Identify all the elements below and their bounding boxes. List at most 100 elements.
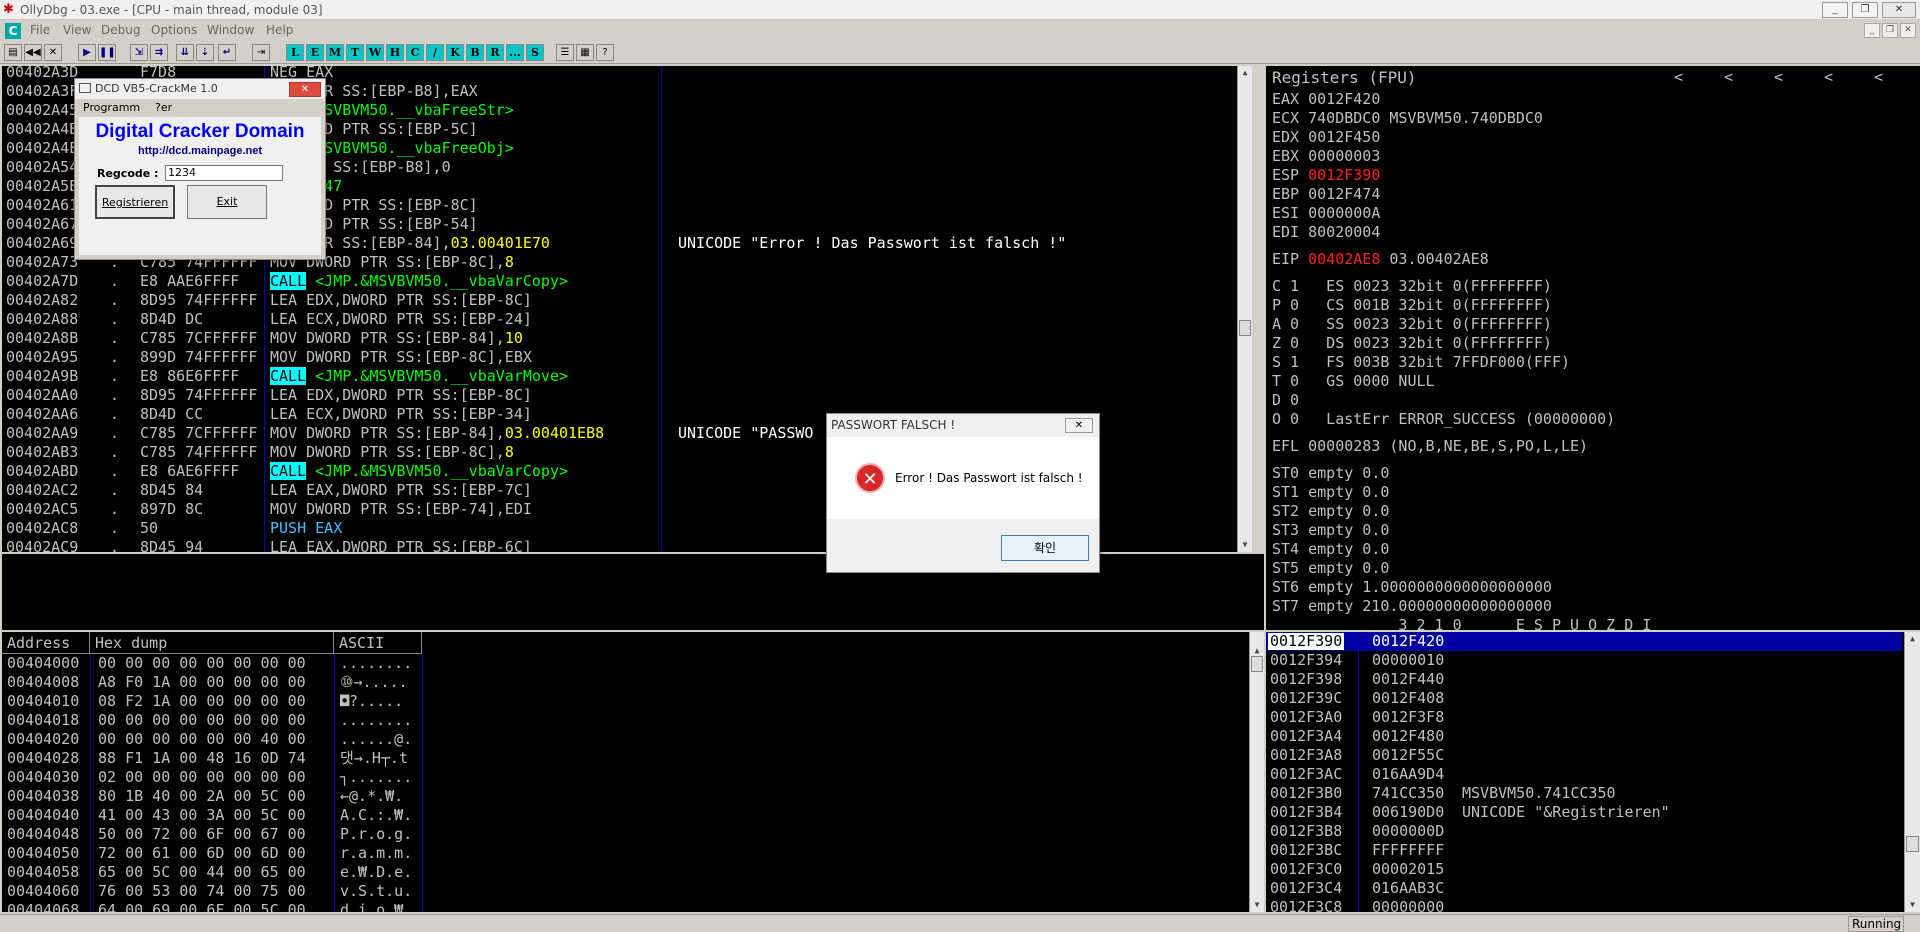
registers-pane[interactable]: Registers (FPU) < < < < < EAX 0012F420 ECX 74… [1266,66,1920,630]
disasm-row[interactable]: 00402A7D. E8 AAE6FFFF CALL <JMP.&MSVBVM50.… [6,272,1236,291]
ok-button[interactable]: 확인 [1001,535,1089,561]
dump-header-ascii[interactable]: ASCII [334,632,422,654]
disasm-row[interactable]: 00402A82. 8D95 74FFFFFF LEA EDX,DWORD PTR … [6,291,1236,310]
scroll-thumb[interactable] [1239,320,1251,336]
dump-row[interactable]: 00404048 50 00 72 00 6F 00 67 00 P.r.o.g. [7,825,427,844]
dump-pane[interactable]: Address Hex dump ASCII 00404000 00 00 00 … [2,632,1264,912]
stack-pane[interactable]: 0012F390 0012F420 0012F394 00000010 0012F398… [1266,632,1920,912]
scroll-thumb[interactable] [1906,836,1919,852]
dump-row[interactable]: 00404020 00 00 00 00 00 00 40 00 ......@. [7,730,427,749]
threads-window-button[interactable]: T [346,44,364,61]
crackme-close-button[interactable]: ✕ [289,82,321,97]
menu-debug[interactable]: Debug [101,23,140,37]
stack-row[interactable]: 0012F3AC 016AA9D4 [1266,765,1902,784]
stack-row[interactable]: 0012F3C4 016AAB3C [1266,879,1902,898]
restart-icon[interactable]: ◀◀ [24,44,42,61]
run-icon[interactable]: ▶ [78,44,96,61]
mdi-close-button[interactable]: ✕ [1900,23,1916,38]
stack-row[interactable]: 0012F3B0 741CC350 MSVBVM50.741CC350 [1266,784,1902,803]
password-error-dialog[interactable]: PASSWORT FALSCH ! ✕ ✕ Error ! Das Passwo… [826,413,1100,573]
stack-row[interactable]: 0012F398 0012F440 [1266,670,1902,689]
dump-row[interactable]: 00404028 88 F1 1A 00 48 16 0D 74 댓→.H┬.t [7,749,427,768]
disasm-row[interactable]: 00402AA0. 8D95 74FFFFFF LEA EDX,DWORD PTR … [6,386,1236,405]
references-window-button[interactable]: R [486,44,504,61]
stack-row[interactable]: 0012F3C0 00002015 [1266,860,1902,879]
stack-row[interactable]: 0012F390 0012F420 [1266,632,1902,651]
dump-header-address[interactable]: Address [2,632,90,654]
trace-into-icon[interactable]: ⇊ [176,44,194,61]
close-debuggee-icon[interactable]: ✕ [44,44,62,61]
modules-window-button[interactable]: E [306,44,324,61]
dialog-close-button[interactable]: ✕ [1065,418,1093,433]
crackme-window[interactable]: DCD VB5-CrackMe 1.0 ✕ Programm ?er Digit… [74,78,326,260]
stack-row[interactable]: 0012F3A8 0012F55C [1266,746,1902,765]
list-icon[interactable]: ☰ [556,44,574,61]
handles-window-button[interactable]: H [386,44,404,61]
dump-row[interactable]: 00404068 64 00 69 00 6F 00 5C 00 d.i.o.₩. [7,901,427,912]
menu-window[interactable]: Window [207,23,254,37]
dump-row[interactable]: 00404050 72 00 61 00 6D 00 6D 00 r.a.m.m. [7,844,427,863]
run-trace-window-button[interactable]: ... [506,44,524,61]
dump-row[interactable]: 00404040 41 00 43 00 3A 00 5C 00 A.C.:.₩. [7,806,427,825]
stack-row[interactable]: 0012F3B4 006190D0 UNICODE "&Registrieren" [1266,803,1902,822]
scroll-down-icon[interactable]: ▼ [1250,898,1264,912]
memory-window-button[interactable]: M [326,44,344,61]
breakpoints-window-button[interactable]: B [466,44,484,61]
restore-button[interactable]: ❐ [1852,2,1878,18]
patches-window-button[interactable]: / [426,44,444,61]
register-nav-arrow[interactable]: < [1874,68,1883,87]
stack-scrollbar[interactable]: ▲ ▼ [1904,632,1920,912]
minimize-button[interactable]: _ [1822,2,1848,18]
dump-header-hex[interactable]: Hex dump [90,632,334,654]
menu-view[interactable]: View [63,23,91,37]
crackme-menu-help[interactable]: ?er [155,101,172,114]
dump-row[interactable]: 00404038 80 1B 40 00 2A 00 5C 00 ←@.*.₩. [7,787,427,806]
stack-row[interactable]: 0012F3BC FFFFFFFF [1266,841,1902,860]
disasm-row[interactable]: 00402A9B. E8 86E6FFFF CALL <JMP.&MSVBVM50.… [6,367,1236,386]
open-icon[interactable]: ▤ [4,44,22,61]
dump-row[interactable]: 00404030 02 00 00 00 00 00 00 00 ┐....... [7,768,427,787]
dump-row[interactable]: 00404018 00 00 00 00 00 00 00 00........ [7,711,427,730]
close-button[interactable]: ✕ [1882,2,1916,18]
scroll-up-icon[interactable]: ▲ [1238,66,1252,80]
disasm-row[interactable]: 00402A8B. C785 7CFFFFFF MOV DWORD PTR SS:[… [6,329,1236,348]
register-nav-arrow[interactable]: < [1724,68,1733,87]
stack-row[interactable]: 0012F39C 0012F408 [1266,689,1902,708]
help-icon[interactable]: ? [596,44,614,61]
call-stack-window-button[interactable]: K [446,44,464,61]
mdi-minimize-button[interactable]: _ [1864,23,1880,38]
dump-row[interactable]: 00404008 A8 F0 1A 00 00 00 00 00 ⑩→..... [7,673,427,692]
disasm-row[interactable]: 00402A95. 899D 74FFFFFF MOV DWORD PTR SS:[… [6,348,1236,367]
register-nav-arrow[interactable]: < [1824,68,1833,87]
register-nav-arrow[interactable]: < [1674,68,1683,87]
step-over-icon[interactable]: ⇉ [150,44,168,61]
regcode-input[interactable]: 1234 [165,165,283,181]
exit-button[interactable]: Exit [187,185,267,219]
source-window-button[interactable]: S [526,44,544,61]
goto-icon[interactable]: ⇥ [252,44,270,61]
scroll-down-icon[interactable]: ▼ [1905,898,1920,912]
trace-over-icon[interactable]: ⇣ [196,44,214,61]
dump-scrollbar[interactable]: ▲ ▼ [1249,632,1264,912]
disasm-scrollbar[interactable]: ▲ ▼ [1237,66,1252,552]
disasm-row[interactable]: 00402A88. 8D4D DC LEA ECX,DWORD PTR SS:[EB… [6,310,1236,329]
dump-row[interactable]: 00404060 76 00 53 00 74 00 75 00 v.S.t.u. [7,882,427,901]
stack-row[interactable]: 0012F3A4 0012F480 [1266,727,1902,746]
scroll-up-icon[interactable]: ▲ [1905,632,1920,646]
execute-till-return-icon[interactable]: ↵ [218,44,236,61]
stack-row[interactable]: 0012F394 00000010 [1266,651,1902,670]
scroll-thumb[interactable] [1251,656,1263,672]
stack-row[interactable]: 0012F3A0 0012F3F8 [1266,708,1902,727]
stack-row[interactable]: 0012F3C8 00000000 [1266,898,1902,912]
pause-icon[interactable]: ❚❚ [98,44,116,61]
scroll-down-icon[interactable]: ▼ [1238,538,1252,552]
step-into-icon[interactable]: ⇲ [130,44,148,61]
crackme-menu-programm[interactable]: Programm [83,101,140,114]
stack-row[interactable]: 0012F3B8 0000000D [1266,822,1902,841]
register-nav-arrow[interactable]: < [1774,68,1783,87]
grid-icon[interactable]: ▦ [576,44,594,61]
mdi-restore-button[interactable]: ❐ [1882,23,1898,38]
windows-window-button[interactable]: W [366,44,384,61]
dump-row[interactable]: 00404010 08 F2 1A 00 00 00 00 00 ◘?..... [7,692,427,711]
dump-row[interactable]: 00404000 00 00 00 00 00 00 00 00........ [7,654,427,673]
